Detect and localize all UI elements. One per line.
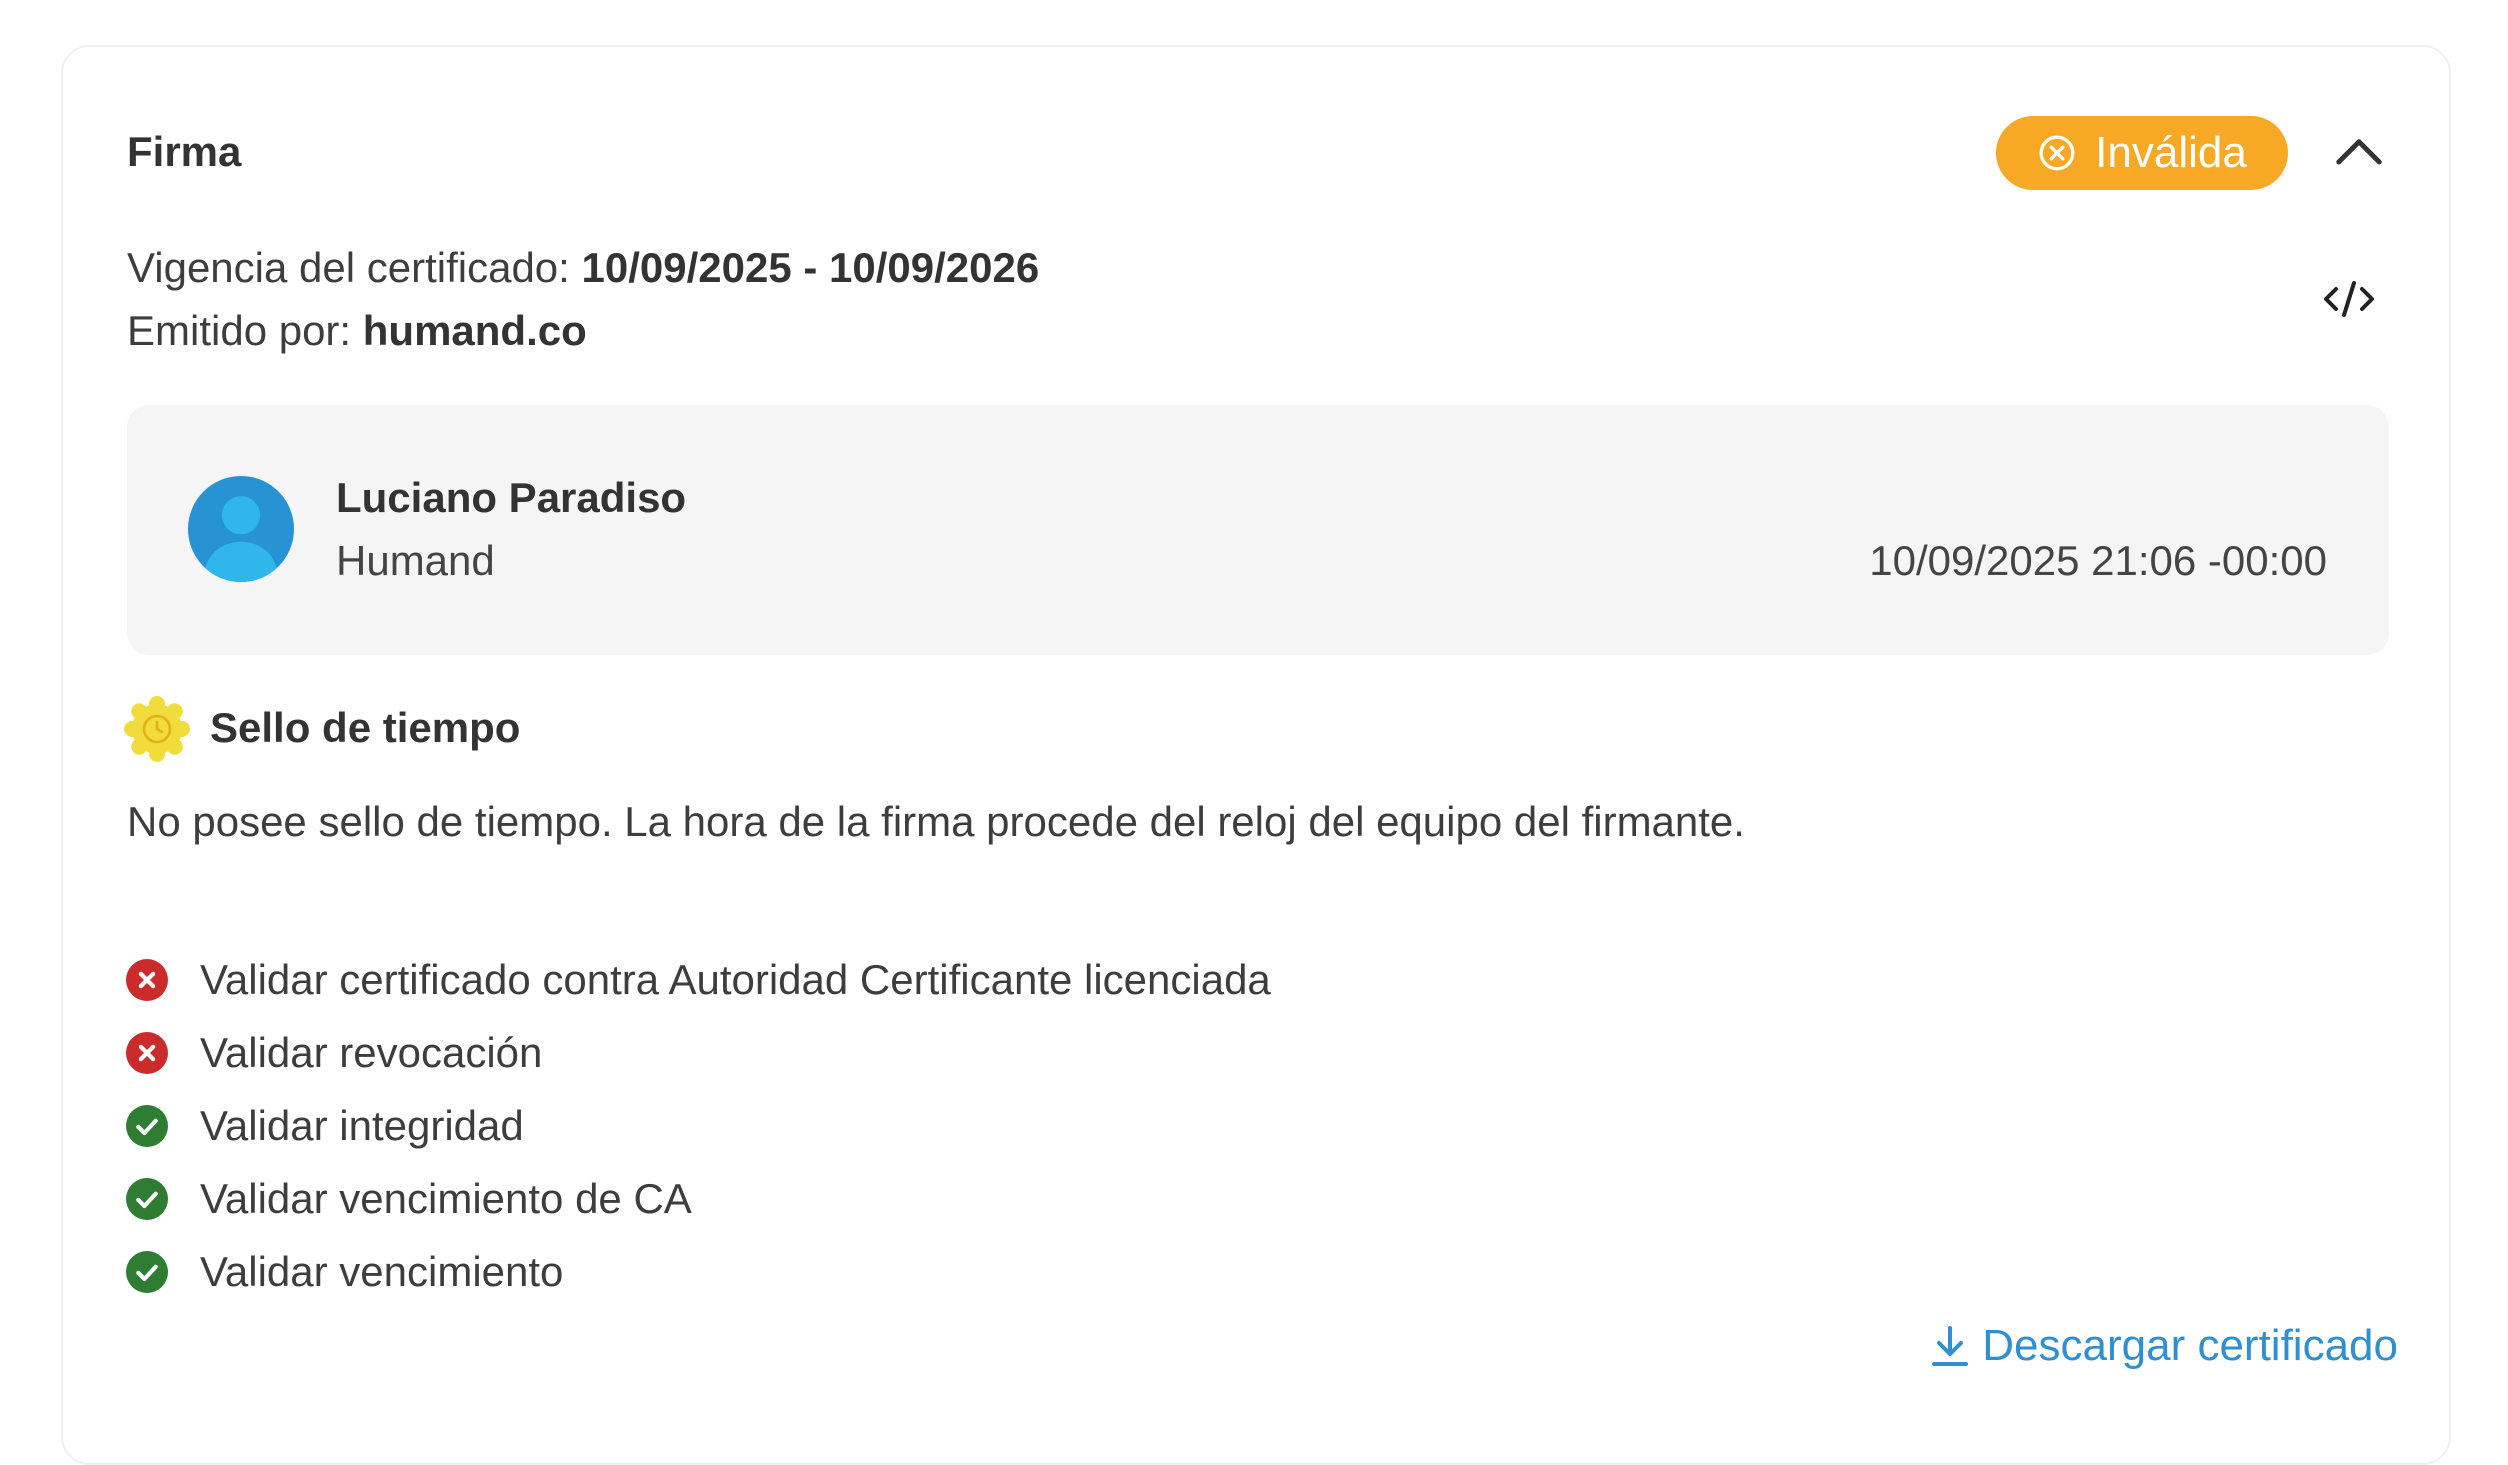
signer-organization: Humand xyxy=(336,537,495,584)
status-badge: Inválida xyxy=(1996,116,2288,190)
validation-label: Validar certificado contra Autoridad Cer… xyxy=(200,955,1271,1003)
status-label: Inválida xyxy=(2095,128,2247,177)
validation-item: Validar revocación xyxy=(126,1016,1271,1089)
validity-value: 10/09/2025 - 10/09/2026 xyxy=(581,244,1040,291)
issuer-value: humand.co xyxy=(362,307,587,354)
certificate-issuer: Emitido por: humand.co xyxy=(127,303,587,359)
download-label[interactable]: Descargar certificado xyxy=(1982,1318,2398,1374)
time-seal-title: Sello de tiempo xyxy=(210,704,521,751)
check-circle-icon xyxy=(126,1177,168,1220)
validation-item: Validar vencimiento de CA xyxy=(126,1162,1271,1235)
time-seal-description: No posee sello de tiempo. La hora de la … xyxy=(127,798,1745,845)
certificate-validity: Vigencia del certificado: 10/09/2025 - 1… xyxy=(127,240,1039,296)
code-icon[interactable] xyxy=(2320,275,2378,323)
check-circle-icon xyxy=(126,1104,168,1147)
validation-item: Validar certificado contra Autoridad Cer… xyxy=(126,943,1271,1016)
check-circle-icon xyxy=(126,1250,168,1293)
validation-item: Validar vencimiento xyxy=(126,1235,1271,1308)
validation-label: Validar integridad xyxy=(200,1101,524,1149)
error-circle-icon xyxy=(126,1031,168,1074)
download-certificate-link[interactable]: Descargar certificado xyxy=(1930,1318,2398,1374)
validation-item: Validar integridad xyxy=(126,1089,1271,1162)
validity-label: Vigencia del certificado: xyxy=(127,244,570,291)
validation-label: Validar vencimiento de CA xyxy=(200,1174,692,1222)
time-seal-icon xyxy=(124,696,190,762)
signer-timestamp: 10/09/2025 21:06 -00:00 xyxy=(1869,537,2327,584)
x-circle-icon xyxy=(2039,135,2075,171)
validation-label: Validar vencimiento xyxy=(200,1247,564,1295)
user-avatar-icon xyxy=(188,476,294,582)
chevron-up-icon[interactable] xyxy=(2332,126,2386,180)
signer-name: Luciano Paradiso xyxy=(336,474,687,521)
download-icon xyxy=(1932,1326,1969,1366)
signer-card xyxy=(127,405,2389,655)
issuer-label: Emitido por: xyxy=(127,307,352,354)
section-title: Firma xyxy=(127,128,242,175)
validation-label: Validar revocación xyxy=(200,1028,543,1076)
validation-list: Validar certificado contra Autoridad Cer… xyxy=(126,943,1271,1308)
error-circle-icon xyxy=(126,958,168,1001)
